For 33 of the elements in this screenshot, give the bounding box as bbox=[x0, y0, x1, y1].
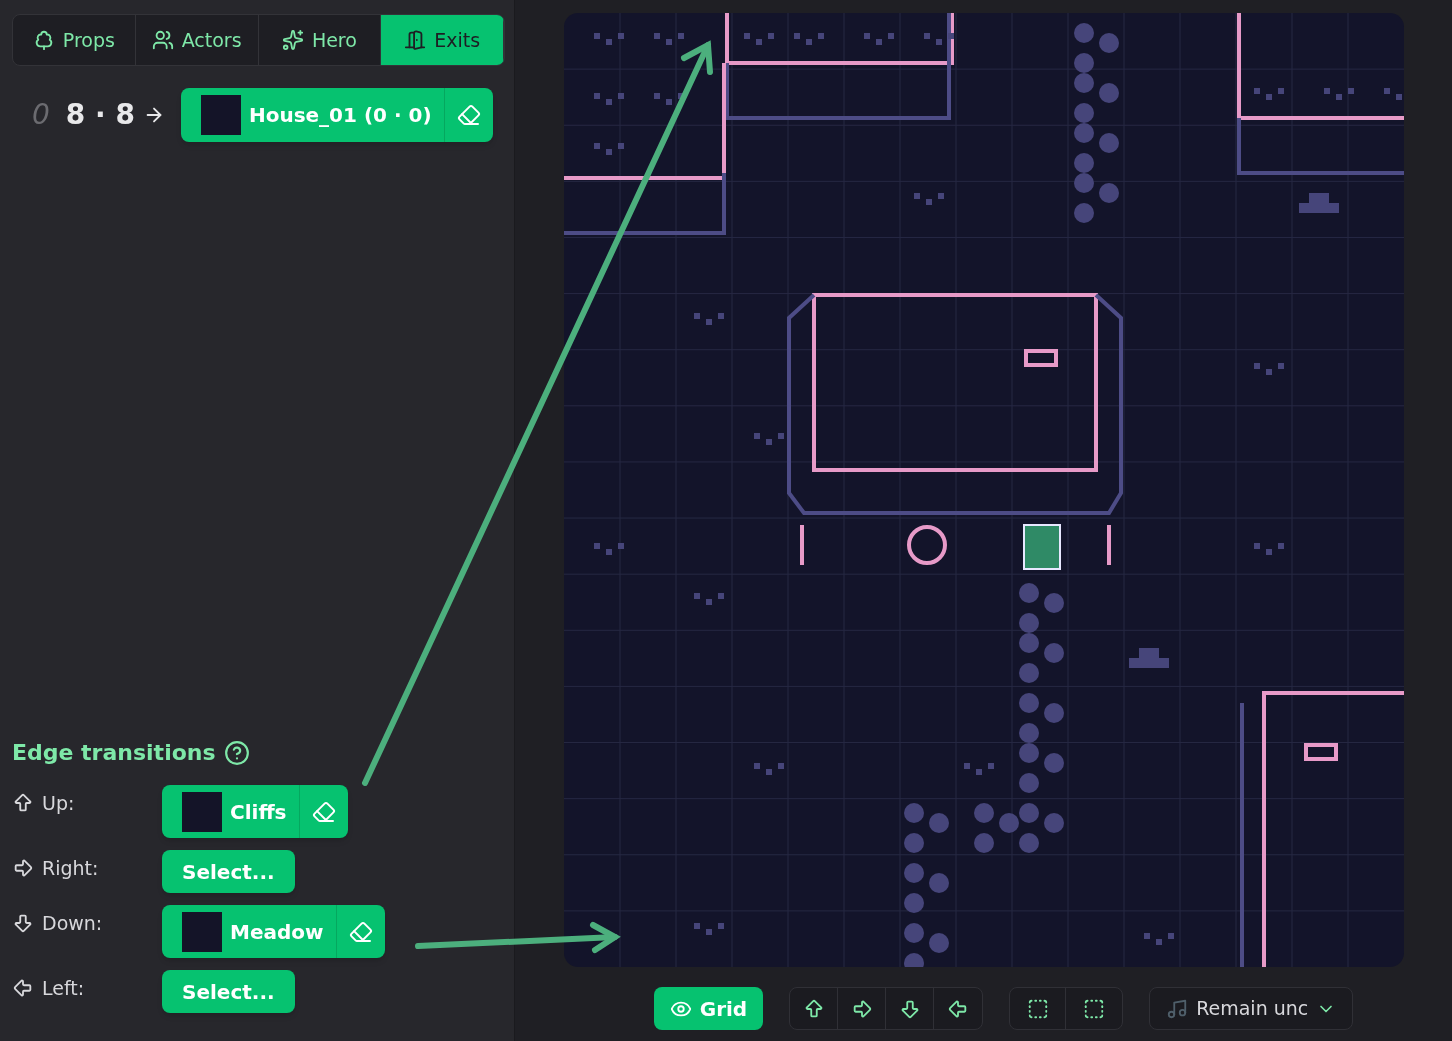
tab[interactable]: Actors bbox=[135, 15, 259, 65]
grid-toggle[interactable]: Grid bbox=[653, 987, 764, 1030]
exit-index: 0 bbox=[32, 97, 50, 133]
dashed-square-icon bbox=[1083, 997, 1106, 1020]
destination-button[interactable]: House_01 (0 · 0) bbox=[180, 88, 493, 142]
music-note-icon bbox=[1166, 997, 1189, 1020]
map-link-label: Meadow bbox=[230, 918, 324, 946]
people-icon bbox=[151, 29, 174, 51]
map-link-label: Cliffs bbox=[230, 798, 287, 826]
eraser-icon bbox=[456, 103, 481, 127]
section-title: Edge transitions bbox=[12, 739, 216, 767]
destination-label: House_01 (0 · 0) bbox=[248, 102, 432, 129]
edge-label: Up: bbox=[42, 791, 75, 816]
eraser-icon bbox=[348, 919, 373, 944]
door-icon bbox=[404, 29, 427, 51]
map-thumbnail bbox=[182, 791, 222, 832]
edge-label: Right: bbox=[42, 856, 99, 881]
map-thumbnail bbox=[182, 911, 222, 952]
map-link-button[interactable]: Meadow bbox=[162, 905, 385, 958]
help-icon[interactable] bbox=[223, 739, 250, 766]
tab[interactable]: Exits bbox=[381, 15, 504, 65]
down-arrow-icon bbox=[12, 912, 34, 935]
map-thumbnail bbox=[200, 95, 241, 135]
music-dropdown[interactable]: Remain unc bbox=[1149, 987, 1354, 1030]
exit-position: 8 · 8 bbox=[65, 97, 135, 133]
edge-label: Left: bbox=[42, 976, 85, 1001]
eraser-icon bbox=[311, 799, 336, 824]
map-link-button[interactable]: Cliffs bbox=[162, 785, 348, 838]
tab[interactable]: Props bbox=[13, 15, 136, 65]
dashed-square-icon bbox=[1026, 997, 1049, 1020]
select-button[interactable]: Select... bbox=[162, 970, 295, 1013]
select-button[interactable]: Select... bbox=[162, 850, 295, 893]
edge-label: Down: bbox=[42, 911, 103, 936]
